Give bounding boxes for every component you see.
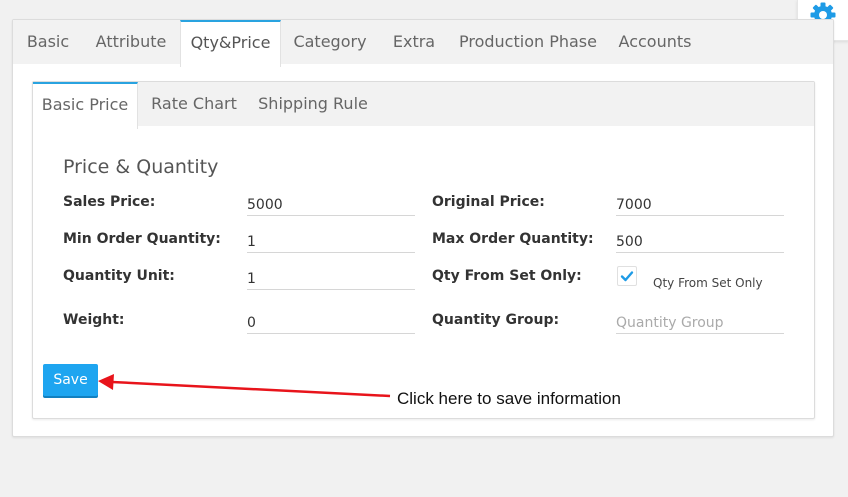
tab-production-phase[interactable]: Production Phase	[458, 20, 598, 64]
weight-input[interactable]	[247, 306, 415, 334]
tab-extra[interactable]: Extra	[386, 20, 442, 64]
qty-from-set-only-label: Qty From Set Only:	[432, 268, 582, 284]
annotation-text: Click here to save information	[397, 389, 621, 408]
max-order-quantity-input[interactable]	[616, 225, 784, 253]
tab-accounts[interactable]: Accounts	[613, 20, 697, 64]
original-price-label: Original Price:	[432, 194, 545, 210]
sales-price-label: Sales Price:	[63, 194, 156, 210]
qty-price-panel: Basic Price Rate Chart Shipping Rule Pri…	[32, 81, 815, 419]
sales-price-input[interactable]	[247, 188, 415, 216]
tab-basic[interactable]: Basic	[13, 20, 83, 64]
main-tab-bar: Basic Attribute Qty&Price Category Extra…	[13, 20, 833, 67]
quantity-group-label: Quantity Group:	[432, 312, 560, 328]
quantity-unit-label: Quantity Unit:	[63, 268, 175, 284]
original-price-input[interactable]	[616, 188, 784, 216]
qty-from-set-only-checkbox[interactable]	[617, 266, 637, 286]
tab-category[interactable]: Category	[289, 20, 371, 64]
tab-rate-chart[interactable]: Rate Chart	[146, 82, 242, 126]
weight-label: Weight:	[63, 312, 125, 328]
min-order-quantity-label: Min Order Quantity:	[63, 231, 221, 247]
tab-basic-price[interactable]: Basic Price	[33, 82, 138, 129]
tab-shipping-rule[interactable]: Shipping Rule	[255, 82, 371, 126]
product-edit-panel: Basic Attribute Qty&Price Category Extra…	[12, 19, 834, 437]
quantity-unit-input[interactable]	[247, 262, 415, 290]
save-button[interactable]: Save	[43, 364, 98, 396]
tab-attribute[interactable]: Attribute	[89, 20, 173, 64]
tab-qty-price[interactable]: Qty&Price	[180, 20, 281, 67]
check-icon	[620, 271, 634, 282]
qty-from-set-only-checkbox-label[interactable]: Qty From Set Only	[653, 276, 763, 290]
section-title: Price & Quantity	[63, 156, 219, 178]
quantity-group-input[interactable]	[616, 306, 784, 334]
sub-tab-bar: Basic Price Rate Chart Shipping Rule	[33, 82, 814, 129]
max-order-quantity-label: Max Order Quantity:	[432, 231, 594, 247]
min-order-quantity-input[interactable]	[247, 225, 415, 253]
